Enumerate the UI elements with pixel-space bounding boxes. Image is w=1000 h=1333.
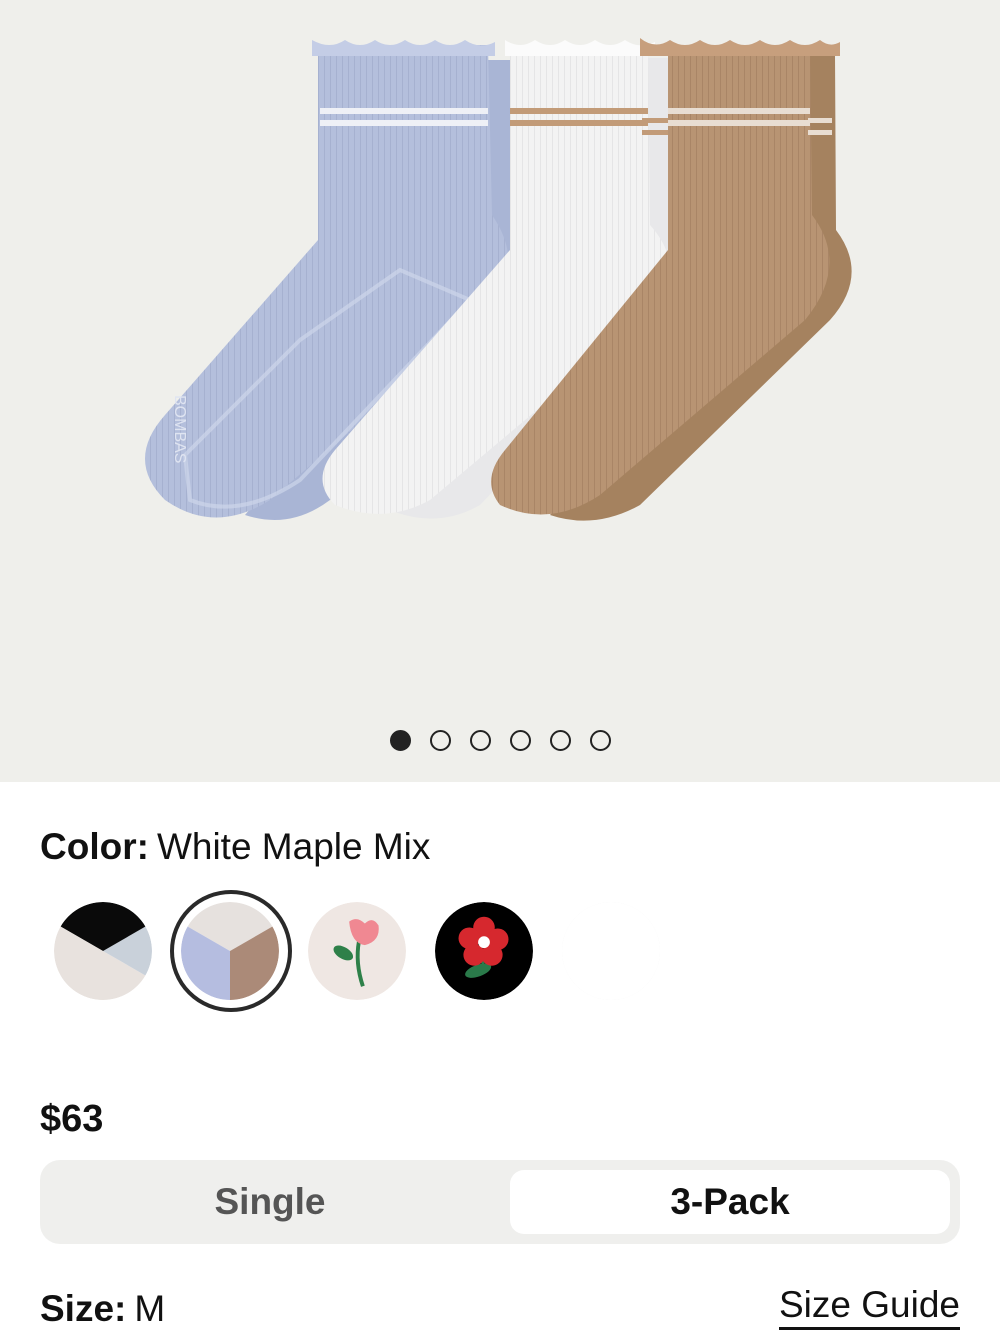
price: $63	[40, 1098, 104, 1140]
color-value: White Maple Mix	[156, 826, 431, 867]
color-selection: Color: White Maple Mix	[40, 826, 430, 868]
carousel-dot[interactable]	[549, 730, 571, 751]
pack-size-toggle: Single 3-Pack	[40, 1160, 960, 1244]
color-label: Color:	[40, 826, 149, 867]
carousel-dot[interactable]	[389, 730, 411, 751]
carousel-dot[interactable]	[589, 730, 611, 751]
color-swatches	[0, 880, 1000, 1020]
swatch-black-gray-mix[interactable]	[54, 902, 152, 1000]
product-gallery[interactable]: BOMBAS	[0, 0, 1000, 782]
swatch-white[interactable]	[562, 902, 660, 1000]
svg-text:BOMBAS: BOMBAS	[171, 395, 188, 463]
carousel-dot[interactable]	[429, 730, 451, 751]
single-option-button[interactable]: Single	[50, 1170, 490, 1234]
three-pack-option-button[interactable]: 3-Pack	[510, 1170, 950, 1234]
selected-swatch-ring	[170, 890, 292, 1012]
carousel-dot[interactable]	[509, 730, 531, 751]
product-image: BOMBAS	[145, 38, 852, 521]
carousel-dots	[0, 730, 1000, 751]
swatch-pink-flower[interactable]	[308, 902, 406, 1000]
carousel-dot[interactable]	[469, 730, 491, 751]
size-guide-link[interactable]: Size Guide	[779, 1284, 960, 1326]
size-label: Size:	[40, 1288, 127, 1329]
size-selection: Size: M	[40, 1288, 165, 1330]
swatch-red-flower-black[interactable]	[435, 902, 533, 1000]
size-value: M	[134, 1288, 166, 1329]
